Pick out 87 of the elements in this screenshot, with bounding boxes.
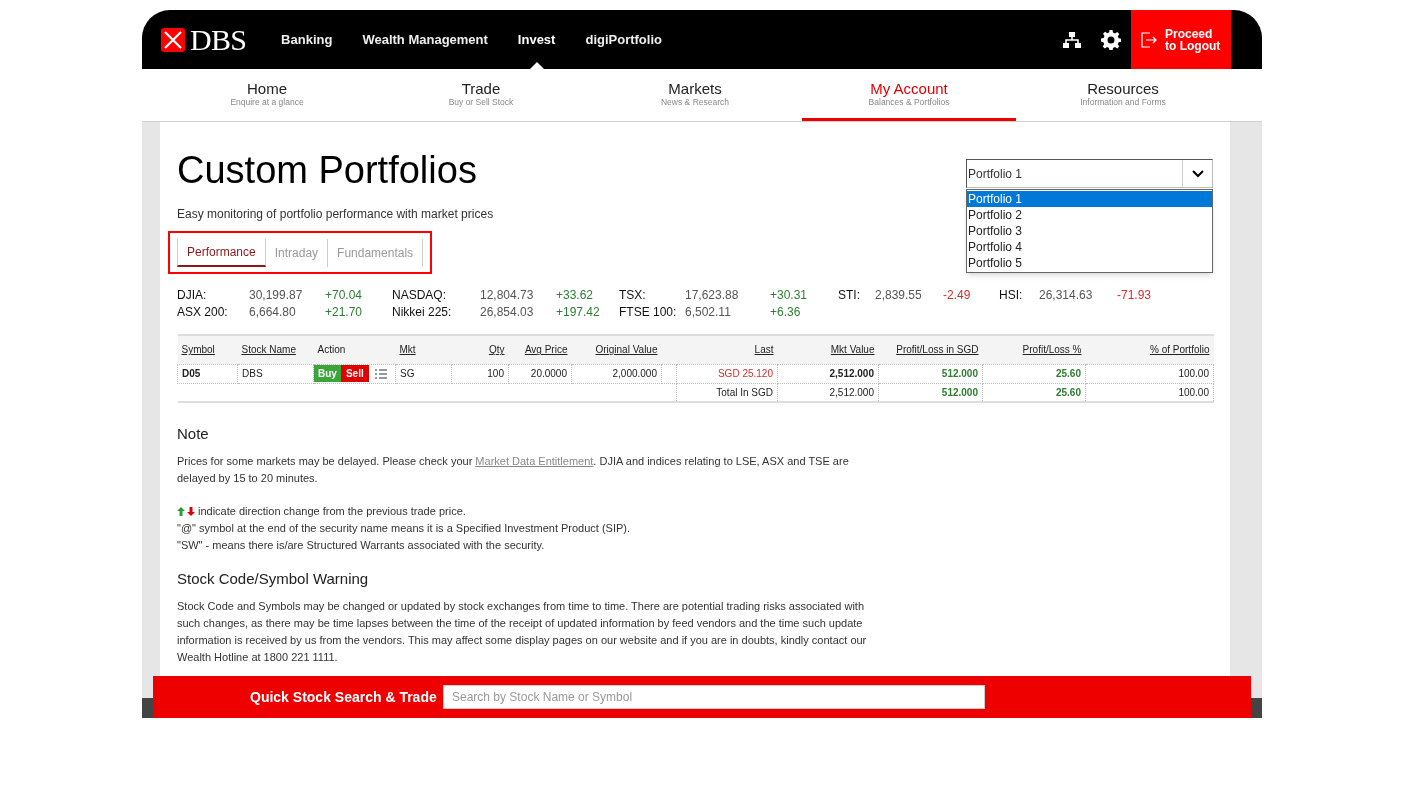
page-title: Custom Portfolios <box>177 148 478 192</box>
index-value: 26,314.63 <box>1039 286 1094 304</box>
top-menu-link[interactable]: Banking <box>266 10 348 69</box>
search-field[interactable]: Search by Stock Name or Symbol <box>443 685 985 709</box>
chevron-down-icon <box>1191 169 1204 178</box>
index-name: FTSE 100: <box>619 303 678 321</box>
column-header[interactable]: Profit/Loss % <box>1022 344 1082 356</box>
up-down-arrows-icon <box>177 506 195 516</box>
index-name: DJIA: <box>177 286 208 304</box>
dropdown-option[interactable]: Portfolio 1 <box>967 191 1212 207</box>
brand-logo[interactable]: DBS <box>190 24 247 55</box>
dropdown-option[interactable]: Portfolio 2 <box>967 207 1212 223</box>
column-header[interactable]: % of Portfolio <box>1150 344 1210 356</box>
list-icon[interactable] <box>374 368 387 379</box>
column-header[interactable]: Last <box>754 344 774 356</box>
table-cell: 100.00 <box>1178 386 1209 398</box>
index-name: STI: <box>838 286 861 304</box>
nav-tab[interactable]: Markets News & Research <box>588 69 802 121</box>
index-value: 26,854.03 <box>480 303 535 321</box>
table-cell: DBS <box>242 368 263 379</box>
index-name: NASDAQ: <box>392 286 447 304</box>
index-change: +33.62 <box>556 286 595 304</box>
table-cell: SG <box>400 368 415 379</box>
logout-button[interactable]: Proceed to Logout <box>1131 10 1231 69</box>
index-change: -71.93 <box>1117 286 1153 304</box>
tab[interactable]: Performance <box>177 238 266 267</box>
table-cell: 20.0000 <box>530 368 567 379</box>
portfolio-dropdown[interactable]: Portfolio 1 <box>966 159 1213 188</box>
index-value: 30,199.87 <box>249 286 304 304</box>
settings-icon[interactable] <box>1101 29 1121 50</box>
top-menu-link[interactable]: digiPortfolio <box>570 10 677 69</box>
dropdown-option[interactable]: Portfolio 3 <box>967 223 1212 239</box>
index-value: 17,623.88 <box>685 286 740 304</box>
dropdown-option[interactable]: Portfolio 4 <box>967 239 1212 255</box>
table-cell: Total In SGD <box>716 386 773 398</box>
nav-tab[interactable]: Trade Buy or Sell Stock <box>374 69 588 121</box>
table-cell: 25.60 <box>1055 386 1081 398</box>
index-value: 6,502.11 <box>685 303 732 321</box>
index-change: +6.36 <box>770 303 802 321</box>
column-header[interactable]: Original Value <box>595 344 658 356</box>
warning-heading: Stock Code/Symbol Warning <box>177 568 370 589</box>
index-name: HSI: <box>999 286 1024 304</box>
note-line: "@" symbol at the end of the security name means it is a Specified Investment Product (SIP). <box>177 520 632 536</box>
table-cell: 100.00 <box>1178 368 1209 379</box>
column-header[interactable]: Mkt Value <box>830 344 875 356</box>
column-header[interactable]: Stock Name <box>241 344 296 356</box>
page-subtitle: Easy monitoring of portfolio performance with market prices <box>177 206 494 223</box>
index-value: 12,804.73 <box>480 286 535 304</box>
note-line: "SW" - means there is/are Structured Warrants associated with the security. <box>177 537 546 553</box>
note-heading: Note <box>177 424 210 444</box>
nav-tab[interactable]: Home Enquire at a glance <box>160 69 374 121</box>
column-header[interactable]: Profit/Loss in SGD <box>896 344 979 356</box>
index-name: TSX: <box>619 286 647 304</box>
index-change: +30.31 <box>770 286 809 304</box>
index-change: -2.49 <box>943 286 972 304</box>
exit-icon <box>1141 31 1157 48</box>
table-cell: 2,512.000 <box>829 386 874 398</box>
arrow-legend-text: indicate direction change from the previous trade price. <box>198 503 466 519</box>
warning-text: Stock Code and Symbols may be changed or updated by stock exchanges from time to time. There are potential trading risks associated with such changes, as there may be time lapses between the time of the receipt of updated information by feed vendors and the time such update information is received by us from the vendors. This may affect some display pages on our website and if you are in doubts, kindly contact our Wealth Hotline at 1800 221 1111. <box>177 599 868 665</box>
dropdown-option[interactable]: Portfolio 5 <box>967 255 1212 271</box>
column-header[interactable]: Avg Price <box>524 344 568 356</box>
column-header: Action <box>317 344 346 356</box>
top-menu-link[interactable]: Wealth Management <box>347 10 503 69</box>
column-header[interactable]: Mkt <box>399 344 416 356</box>
quick-search-title: Quick Stock Search & Trade <box>250 687 438 707</box>
index-change: +21.70 <box>325 303 364 321</box>
column-header[interactable]: Symbol <box>181 344 215 356</box>
table-cell: 2,512.000 <box>829 368 874 379</box>
table-cell: 512.000 <box>941 386 978 398</box>
table-cell: 100 <box>487 368 504 379</box>
index-name: Nikkei 225: <box>392 303 453 321</box>
index-change: +197.42 <box>556 303 601 321</box>
index-change: +70.04 <box>325 286 364 304</box>
table-cell: D05 <box>182 368 201 379</box>
sitemap-icon[interactable] <box>1063 31 1081 48</box>
index-value: 6,664.80 <box>249 303 297 321</box>
sell-button[interactable]: Sell <box>340 365 369 382</box>
index-value: 2,839.55 <box>875 286 923 304</box>
delay-notice: Prices for some markets may be delayed. Please check your Market Data Entitlement. DJIA and indices relating to LSE, ASX and TSE are delayed by 15 to 20 minutes. <box>177 453 850 486</box>
table-cell: SGD 25.120 <box>717 368 773 379</box>
table-cell: 25.60 <box>1055 368 1081 379</box>
nav-tab[interactable]: Resources Information and Forms <box>1016 69 1230 121</box>
logo-icon <box>160 26 186 53</box>
index-name: ASX 200: <box>177 303 229 321</box>
table-cell: 512.000 <box>941 368 978 379</box>
table-cell: 2,000.000 <box>612 368 657 379</box>
column-header[interactable]: Qty <box>488 344 505 356</box>
